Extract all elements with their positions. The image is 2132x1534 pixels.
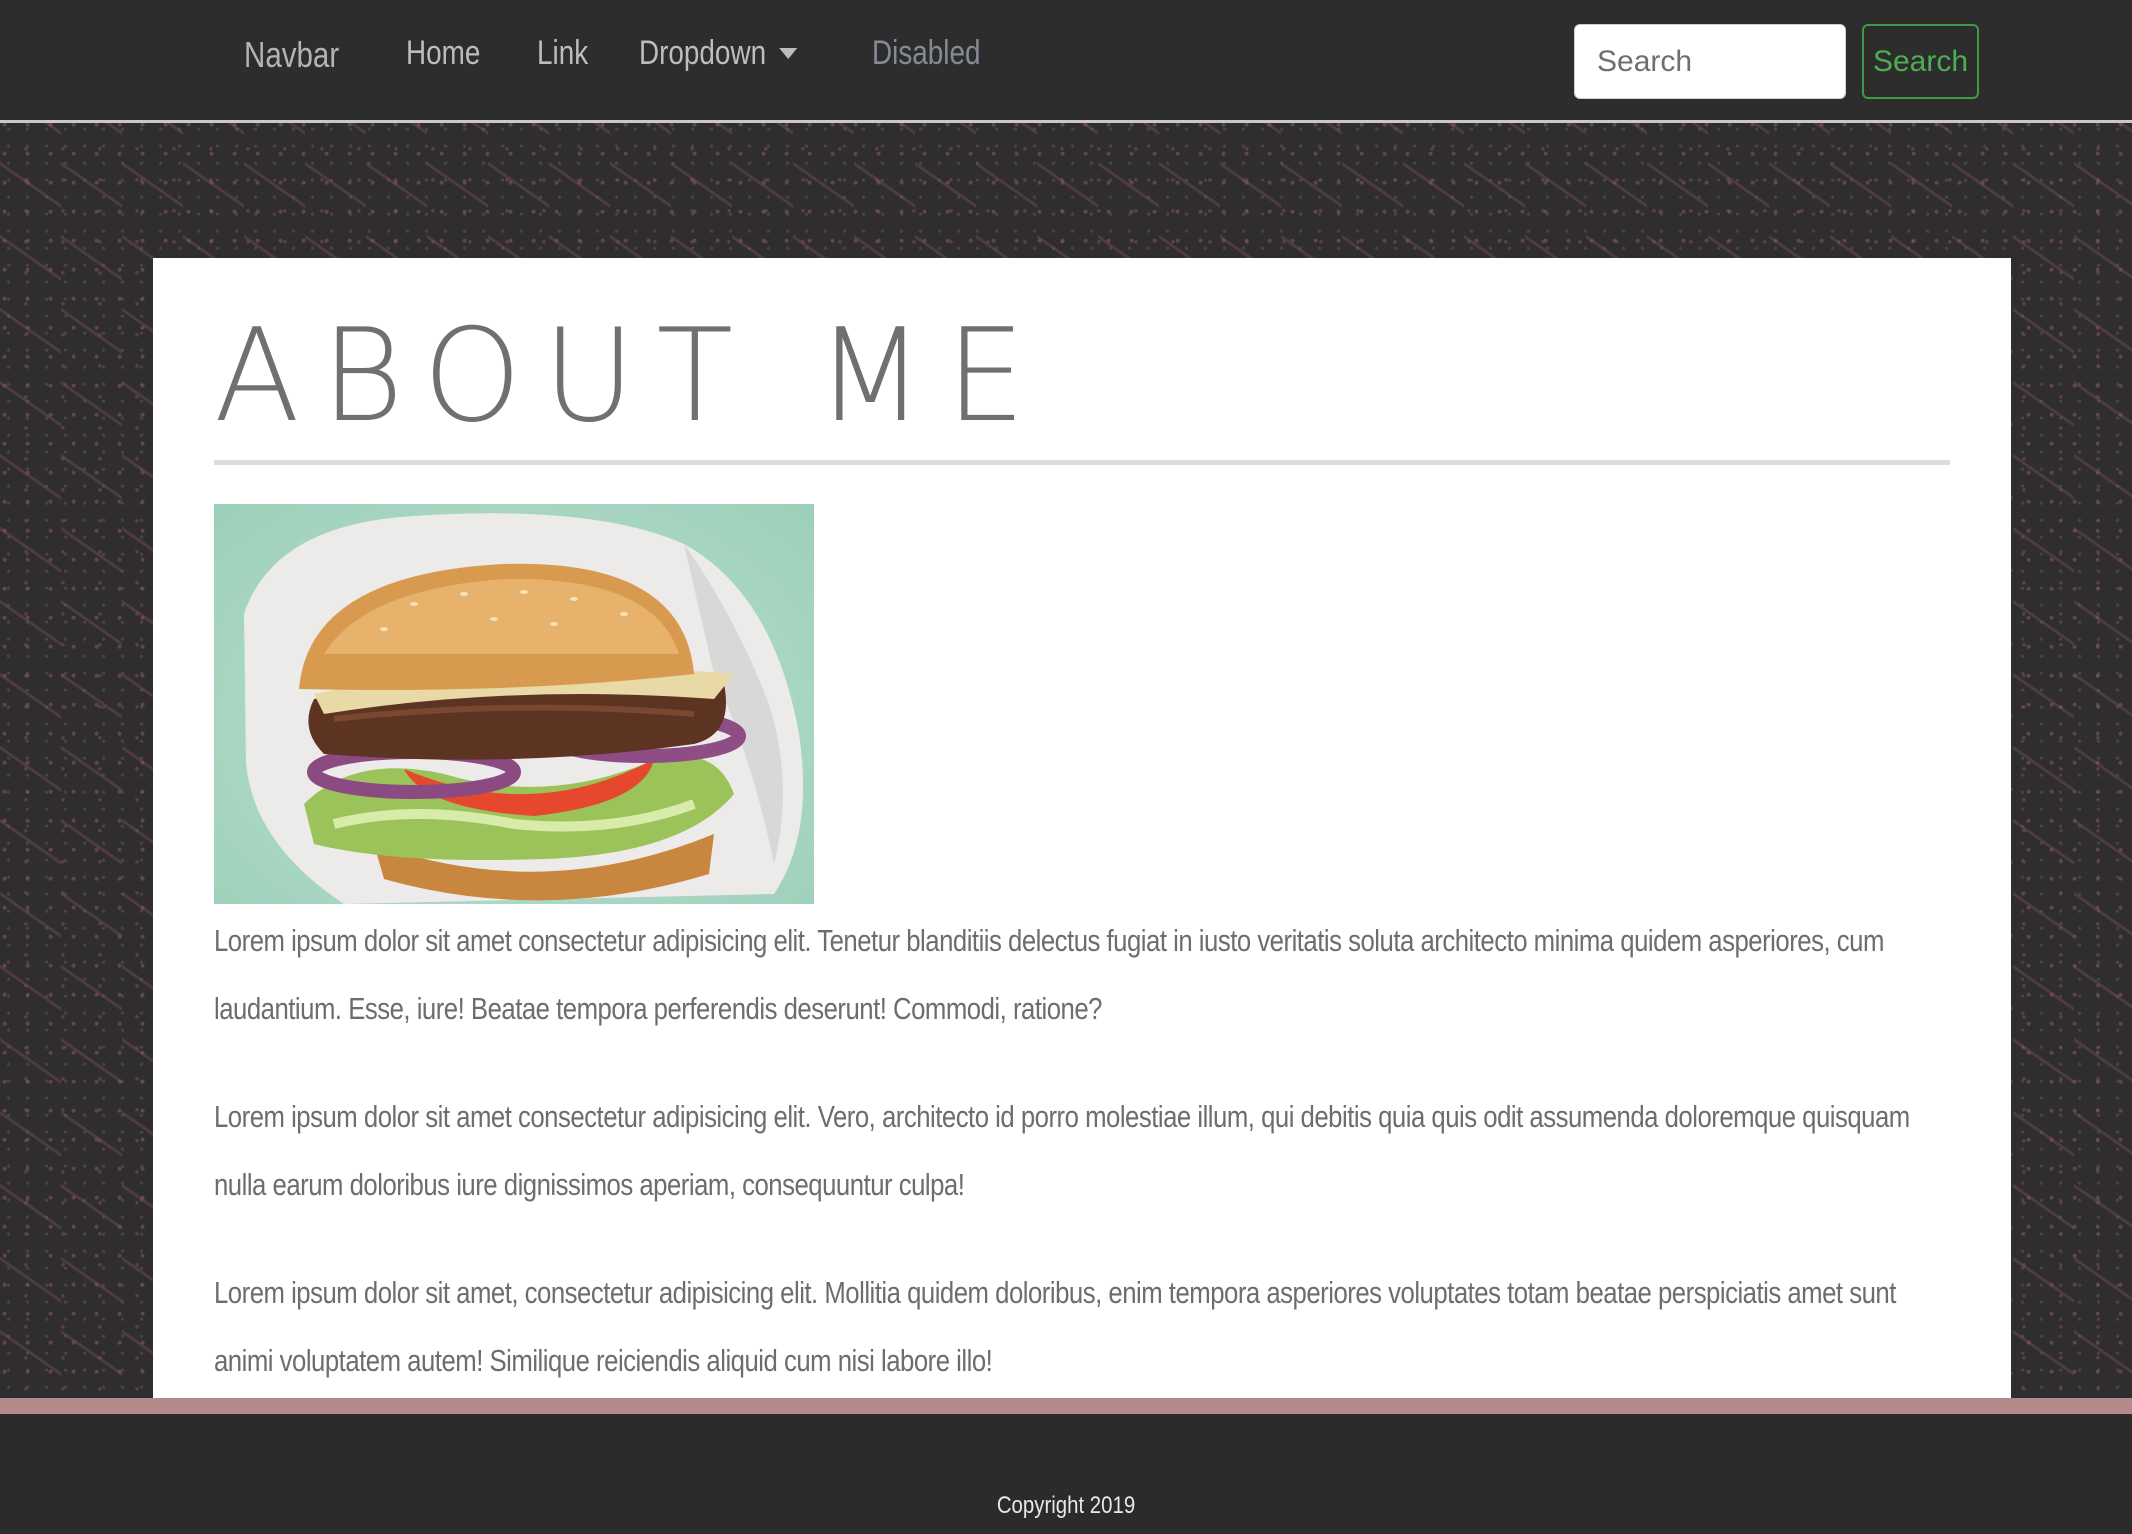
- footer: Copyright 2019: [0, 1414, 2132, 1534]
- nav-link-disabled: Disabled: [872, 34, 981, 72]
- search-button[interactable]: Search: [1862, 24, 1979, 99]
- nav-link-home[interactable]: Home: [406, 34, 480, 73]
- copyright-text: Copyright 2019: [996, 1492, 1136, 1519]
- top-navbar: Navbar Home Link Dropdown Disabled Searc…: [0, 0, 2132, 123]
- paragraph-3: Lorem ipsum dolor sit amet, consectetur …: [214, 1275, 1896, 1378]
- caret-down-icon: [779, 48, 798, 59]
- navbar-brand[interactable]: Navbar: [244, 34, 339, 76]
- nav-dropdown-label: Dropdown: [639, 34, 767, 72]
- title-divider: [214, 460, 1950, 465]
- paragraph-2: Lorem ipsum dolor sit amet consectetur a…: [214, 1099, 1910, 1202]
- paragraph-1: Lorem ipsum dolor sit amet consectetur a…: [214, 923, 1884, 1026]
- footer-stripe: [0, 1398, 2132, 1414]
- nav-links: Home Link Dropdown Disabled: [406, 34, 1066, 73]
- nav-dropdown[interactable]: Dropdown: [639, 34, 798, 73]
- about-card: ABOUT ME Lorem ipsum dolor sit amet cons…: [153, 258, 2011, 1398]
- page-title: ABOUT ME: [214, 302, 1047, 451]
- about-text: Lorem ipsum dolor sit amet consectetur a…: [214, 907, 1950, 1435]
- search-input[interactable]: [1574, 24, 1846, 99]
- burger-image: [214, 504, 814, 904]
- nav-link-link[interactable]: Link: [537, 34, 588, 73]
